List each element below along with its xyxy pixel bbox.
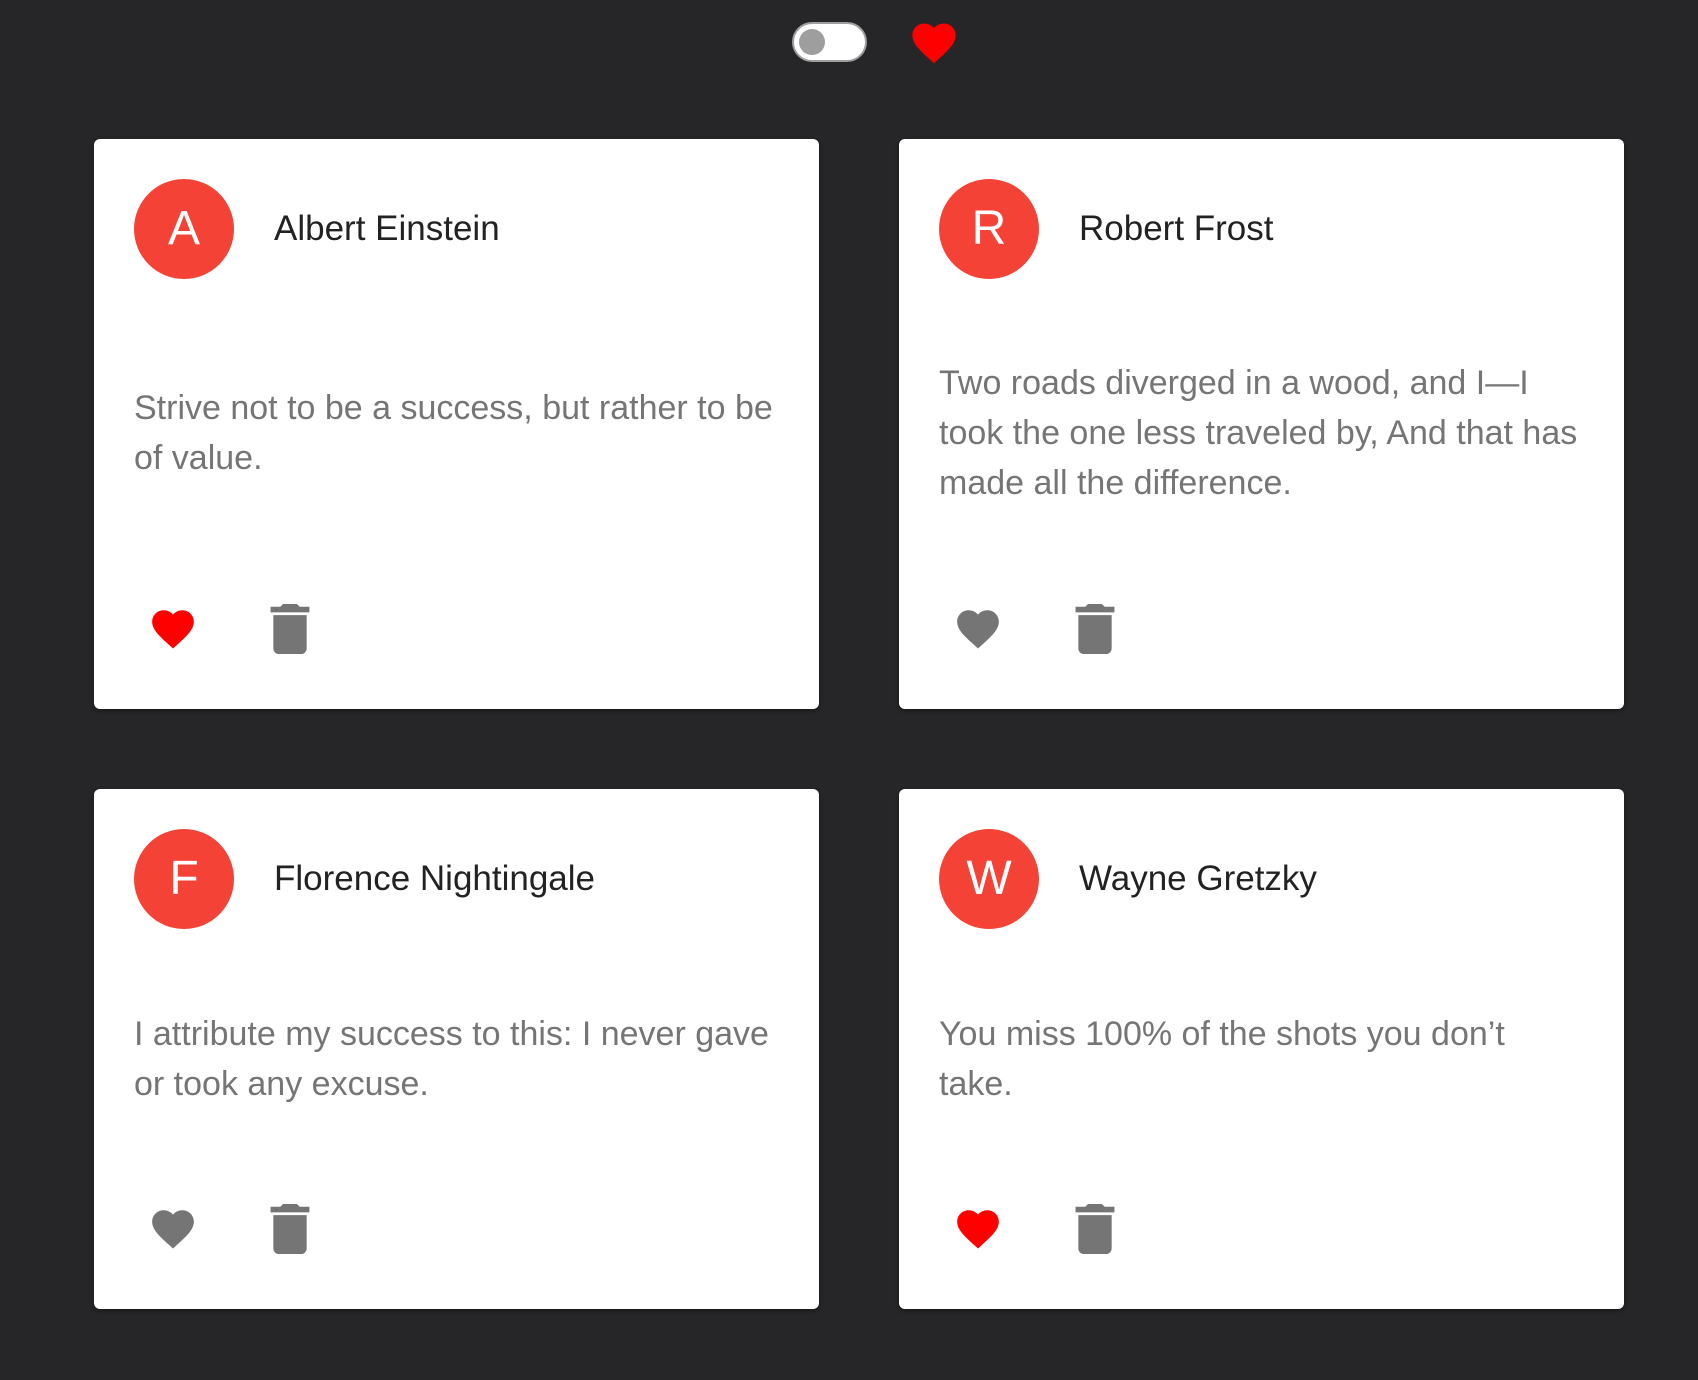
toggle-knob[interactable]	[799, 29, 825, 55]
author-name: Albert Einstein	[274, 209, 500, 248]
avatar: F	[134, 829, 234, 929]
delete-button[interactable]	[270, 604, 310, 654]
heart-icon	[957, 1210, 999, 1249]
trash-icon	[270, 604, 310, 654]
like-button[interactable]	[146, 1204, 200, 1254]
trash-icon	[1075, 1204, 1115, 1254]
favorites-toggle[interactable]	[792, 22, 867, 62]
author-name: Wayne Gretzky	[1079, 859, 1317, 898]
quote-text: You miss 100% of the shots you don’t tak…	[939, 1015, 1505, 1103]
quote-text: Strive not to be a success, but rather t…	[134, 389, 773, 477]
like-button[interactable]	[951, 604, 1005, 654]
avatar: R	[939, 179, 1039, 279]
quote-text: I attribute my success to this: I never …	[134, 1015, 769, 1103]
card-actions	[939, 599, 1139, 659]
page: A Albert Einstein Strive not to be a suc…	[0, 0, 1698, 1380]
heart-icon	[152, 610, 194, 649]
author-name: Robert Frost	[1079, 209, 1274, 248]
author-name: Florence Nightingale	[274, 859, 596, 898]
card-actions	[939, 1199, 1139, 1259]
quote-card: W Wayne Gretzky You miss 100% of the sho…	[899, 789, 1624, 1309]
quote-card: F Florence Nightingale I attribute my su…	[94, 789, 819, 1309]
quote-card: R Robert Frost Two roads diverged in a w…	[899, 139, 1624, 709]
heart-icon	[912, 23, 956, 64]
like-button[interactable]	[951, 1204, 1005, 1254]
card-actions	[134, 599, 334, 659]
heart-icon	[152, 1210, 194, 1249]
avatar: W	[939, 829, 1039, 929]
quote-text: Two roads diverged in a wood, and I—I to…	[939, 364, 1578, 502]
top-bar	[0, 0, 1698, 90]
favorites-filter-button[interactable]	[905, 17, 963, 69]
delete-button[interactable]	[270, 1204, 310, 1254]
delete-button[interactable]	[1075, 604, 1115, 654]
trash-icon	[270, 1204, 310, 1254]
avatar: A	[134, 179, 234, 279]
like-button[interactable]	[146, 604, 200, 654]
trash-icon	[1075, 604, 1115, 654]
quote-card: A Albert Einstein Strive not to be a suc…	[94, 139, 819, 709]
delete-button[interactable]	[1075, 1204, 1115, 1254]
card-actions	[134, 1199, 334, 1259]
heart-icon	[957, 610, 999, 649]
